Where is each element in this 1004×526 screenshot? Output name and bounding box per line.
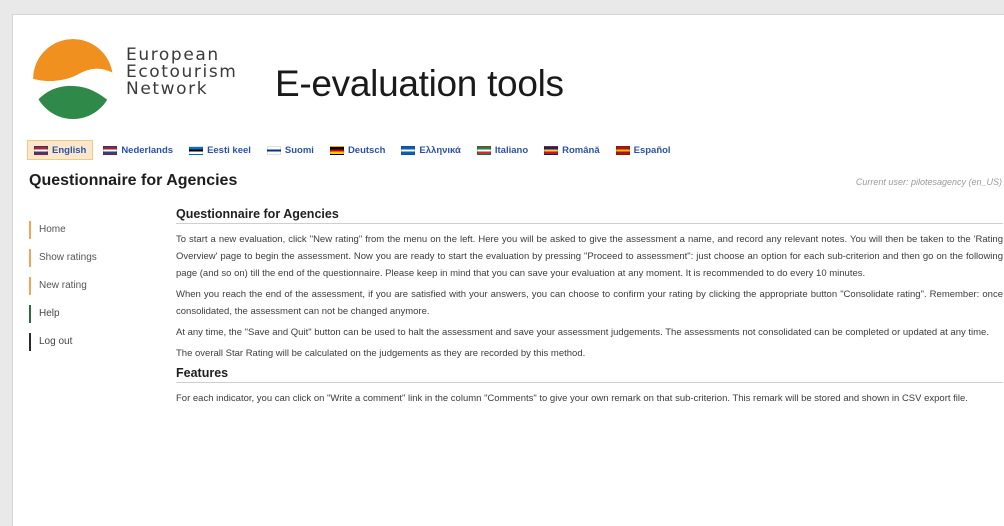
flag-icon bbox=[266, 145, 281, 155]
flag-icon bbox=[615, 145, 630, 155]
logo[interactable]: European Ecotourism Network bbox=[31, 33, 236, 125]
flag-icon bbox=[34, 145, 48, 155]
main-content: Questionnaire for Agencies To start a ne… bbox=[176, 207, 1003, 411]
language-bar: English Nederlands Eesti keel Suomi Deut… bbox=[27, 139, 681, 161]
logo-line-3: Network bbox=[126, 79, 209, 99]
flag-icon bbox=[329, 145, 344, 155]
section-title-questionnaire: Questionnaire for Agencies bbox=[176, 207, 1003, 224]
sidebar-item-show-ratings[interactable]: Show ratings bbox=[29, 249, 149, 267]
language-romana[interactable]: Română bbox=[538, 140, 605, 160]
language-suomi[interactable]: Suomi bbox=[261, 140, 320, 160]
consolidate-paragraph: When you reach the end of the assessment… bbox=[176, 289, 1003, 317]
flag-icon bbox=[103, 145, 118, 155]
sidebar-item-home[interactable]: Home bbox=[29, 221, 149, 239]
flag-icon bbox=[401, 145, 416, 155]
current-user: Current user: pilotesagency (en_US) bbox=[855, 177, 1002, 187]
site-title: E-evaluation tools bbox=[275, 63, 564, 104]
features-paragraph: For each indicator, you can click on "Wr… bbox=[176, 393, 968, 404]
language-eesti[interactable]: Eesti keel bbox=[183, 140, 257, 160]
page-title: Questionnaire for Agencies bbox=[29, 172, 238, 189]
star-rating-paragraph: The overall Star Rating will be calculat… bbox=[176, 348, 586, 359]
language-espanol[interactable]: Español bbox=[610, 140, 677, 160]
sidebar: Home Show ratings New rating Help Log ou… bbox=[29, 221, 149, 361]
sidebar-item-new-rating[interactable]: New rating bbox=[29, 277, 149, 295]
save-quit-paragraph: At any time, the "Save and Quit" button … bbox=[176, 327, 989, 338]
page: European Ecotourism Network E-evaluation… bbox=[12, 14, 1004, 526]
language-deutsch[interactable]: Deutsch bbox=[324, 140, 391, 160]
logo-text: European Ecotourism Network bbox=[126, 47, 237, 98]
flag-icon bbox=[476, 145, 491, 155]
flag-icon bbox=[544, 145, 559, 155]
intro-paragraph: To start a new evaluation, click "New ra… bbox=[176, 234, 1003, 279]
flag-icon bbox=[189, 145, 204, 155]
section-title-features: Features bbox=[176, 366, 1003, 383]
language-italiano[interactable]: Italiano bbox=[471, 140, 534, 160]
language-nederlands[interactable]: Nederlands bbox=[97, 140, 179, 160]
ecotourism-logo-icon bbox=[33, 39, 113, 119]
sidebar-item-help[interactable]: Help bbox=[29, 305, 149, 323]
language-english[interactable]: English bbox=[27, 140, 94, 160]
sidebar-item-log-out[interactable]: Log out bbox=[29, 333, 149, 351]
language-greek[interactable]: Ελληνικά bbox=[395, 140, 466, 160]
